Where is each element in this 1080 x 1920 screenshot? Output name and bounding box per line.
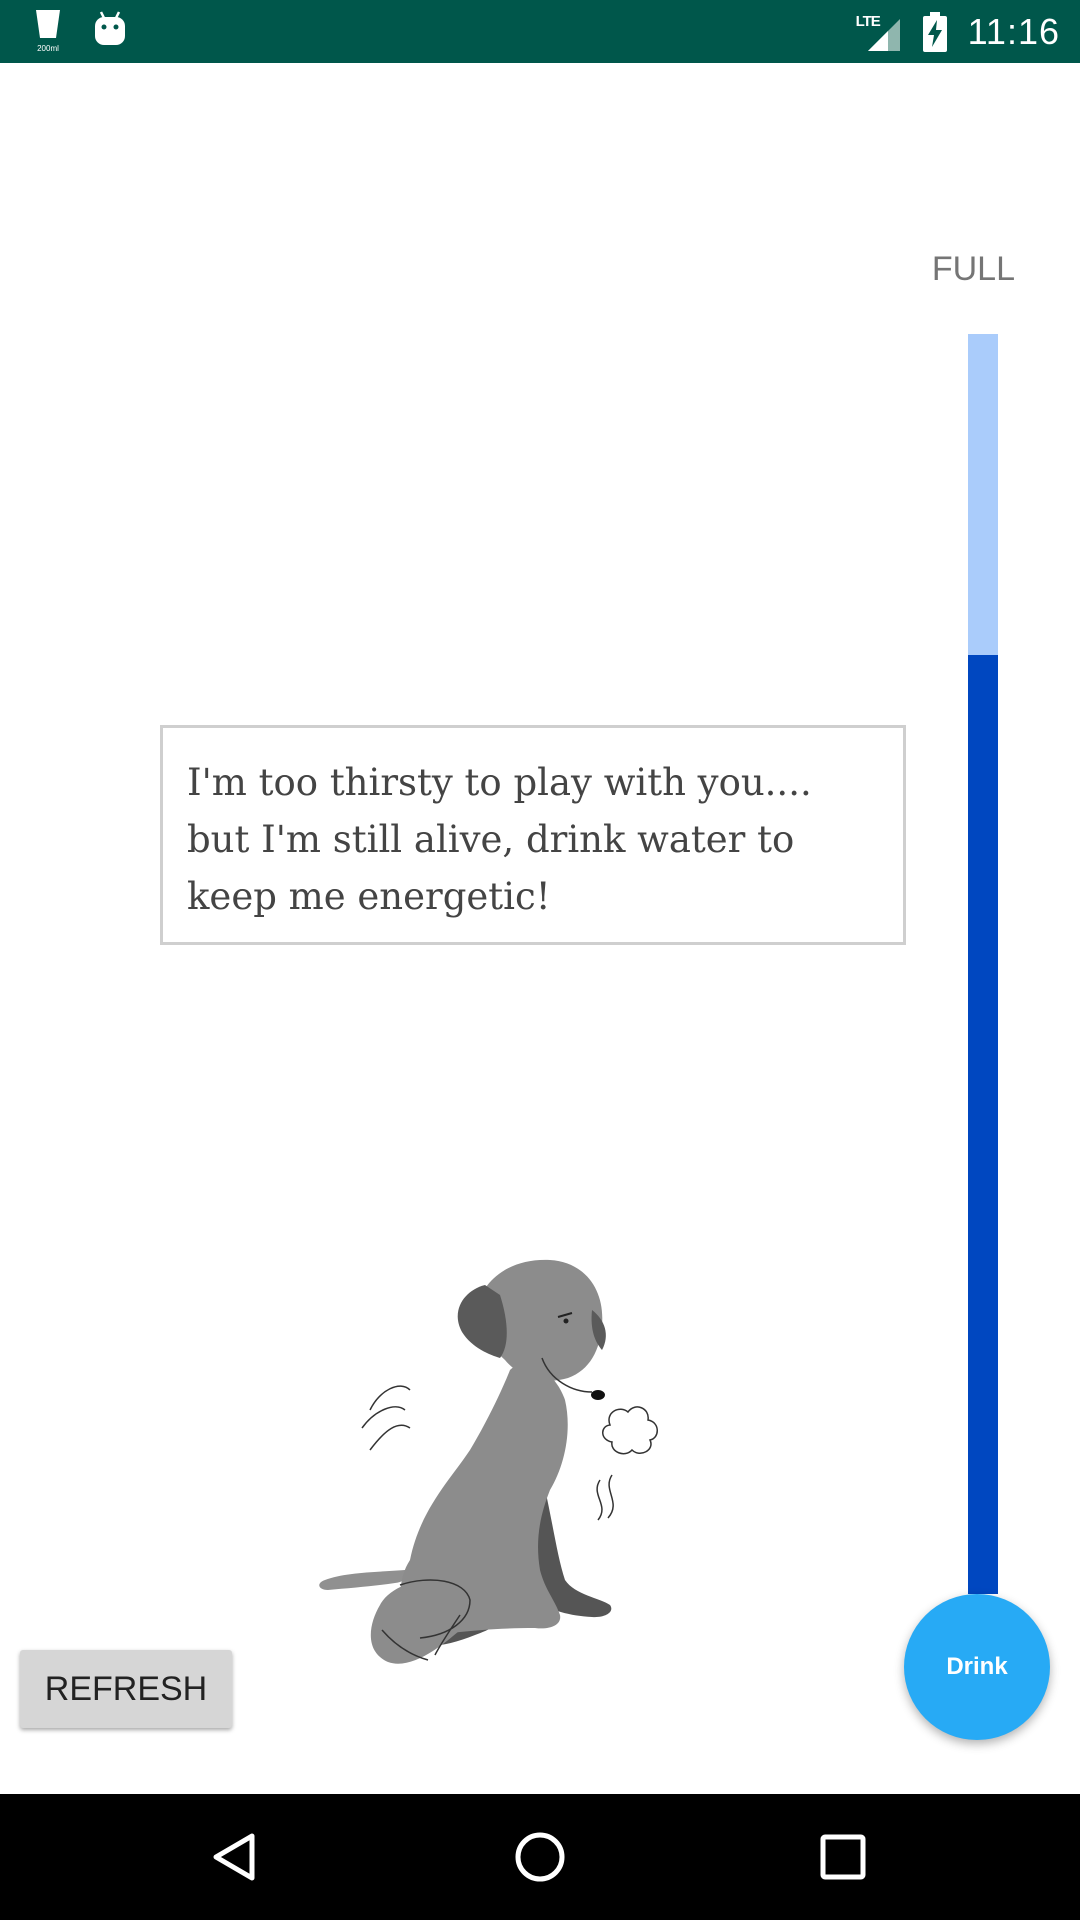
- thirsty-dog-illustration: [310, 1250, 730, 1680]
- android-icon: [93, 10, 127, 48]
- cup-label: 200ml: [37, 44, 59, 53]
- cup-icon: 200ml: [30, 8, 66, 58]
- water-level-bar: [968, 334, 998, 1594]
- recents-icon[interactable]: [808, 1822, 878, 1892]
- dog-message-box: I'm too thirsty to play with you.... but…: [160, 725, 906, 945]
- water-level-fill: [968, 655, 998, 1594]
- status-right: LTE 11:16: [856, 0, 1060, 63]
- lte-signal-icon: LTE: [856, 11, 902, 53]
- back-icon[interactable]: [200, 1822, 270, 1892]
- navigation-bar: [0, 1794, 1080, 1920]
- drink-button[interactable]: Drink: [904, 1594, 1050, 1740]
- refresh-button[interactable]: REFRESH: [20, 1650, 232, 1728]
- dog-message-text: I'm too thirsty to play with you.... but…: [187, 761, 812, 918]
- app-screen: 200ml LTE 11:16 FULL I'm too thirsty to …: [0, 0, 1080, 1920]
- status-bar: 200ml LTE 11:16: [0, 0, 1080, 63]
- status-left: 200ml: [30, 8, 66, 58]
- home-icon[interactable]: [505, 1822, 575, 1892]
- full-label: FULL: [931, 250, 1015, 288]
- battery-charging-icon: [922, 11, 948, 52]
- clock: 11:16: [967, 10, 1060, 52]
